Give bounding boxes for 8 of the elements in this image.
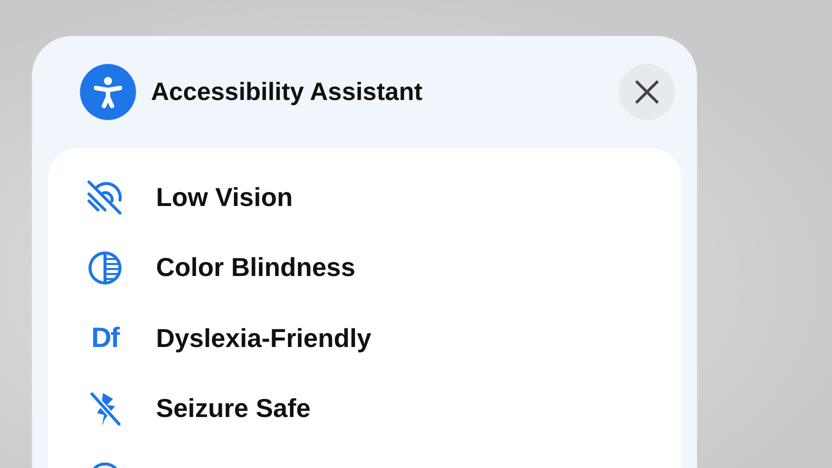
accessibility-icon <box>80 64 136 120</box>
option-label[interactable]: Low Vision <box>156 182 293 213</box>
option-label[interactable]: Dyslexia-Friendly <box>156 322 372 354</box>
close-icon <box>635 80 659 104</box>
option-label[interactable]: Seizure Safe <box>156 393 311 424</box>
panel-title: Accessibility Assistant <box>151 78 424 106</box>
dyslexia-icon: Df <box>91 324 119 352</box>
option-label[interactable]: Color Blindness <box>156 252 356 284</box>
